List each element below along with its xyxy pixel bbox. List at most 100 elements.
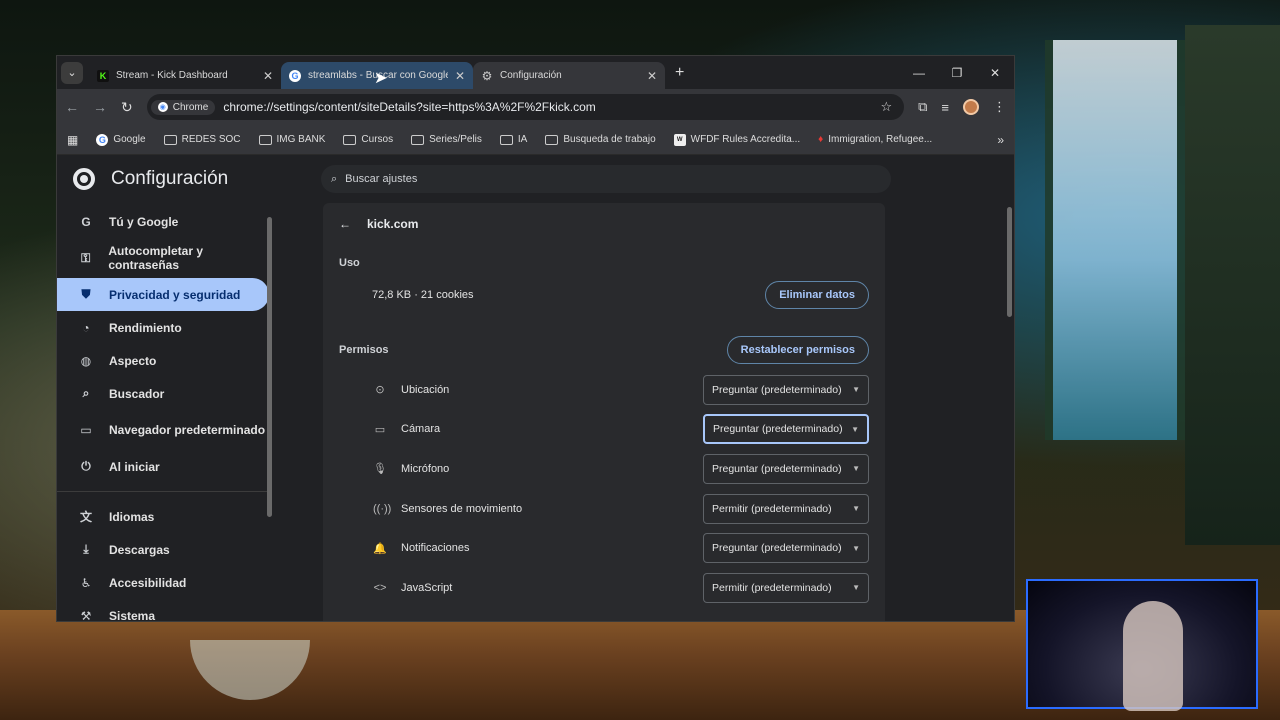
bookmark-immigration[interactable]: ♦ Immigration, Refugee... [818,134,932,145]
sidebar-item-idiomas[interactable]: 文 Idiomas [57,500,269,533]
sidebar-item-label: Al iniciar [109,459,160,474]
sidebar-item-autocompletar[interactable]: ⚿ Autocompletar y contraseñas [57,238,269,278]
sidebar-item-buscador[interactable]: ⌕ Buscador [57,377,269,410]
apps-icon[interactable]: ▦ [67,133,78,147]
sidebar-item-label: Accesibilidad [109,575,187,590]
panel-scroll-thumb[interactable] [1007,207,1012,317]
search-icon: ⌕ [331,172,338,185]
bookmark-wfdf[interactable]: W WFDF Rules Accredita... [673,133,800,146]
google-icon: G [96,133,109,146]
tab-kick-dashboard[interactable]: K Stream - Kick Dashboard ✕ [89,62,281,89]
permission-row: ⊙ Ubicación Preguntar (predeterminado) ▼ [323,370,885,410]
site-details-panel: ← kick.com Uso 72,8 KB · 21 cookies Elim… [323,203,885,621]
tab-configuracion[interactable]: ⚙ Configuración ✕ [473,62,665,89]
webcam-overlay [1026,579,1258,711]
chrome-logo-icon [73,167,95,190]
settings-page: Configuración ⌕ Buscar ajustes G Tú y Goo… [57,155,1014,621]
speedometer-icon: ◔ [82,320,90,335]
permission-select[interactable]: Preguntar (predeterminado) ▼ [703,533,869,564]
search-placeholder: Buscar ajustes [345,173,418,185]
usage-section-title: Uso [339,257,360,269]
dropdown-caret-icon: ▼ [852,464,860,474]
power-icon: ⏻ [81,459,91,473]
sidebar-item-descargas[interactable]: ⤓ Descargas [57,533,269,566]
bookmark-folder[interactable]: Series/Pelis [411,134,482,145]
site-header: ← kick.com [323,203,885,245]
reset-permissions-button[interactable]: Restablecer permisos [726,336,869,364]
select-value: Preguntar (predeterminado) [712,462,842,475]
sidebar-item-aspecto[interactable]: ◍ Aspecto [57,344,269,377]
new-tab-icon[interactable]: + [675,64,684,82]
sidebar-item-sistema[interactable]: ⚒ Sistema [57,599,269,622]
permission-row: <> JavaScript Permitir (predeterminado) ▼ [323,568,885,608]
permission-select[interactable]: Permitir (predeterminado) ▼ [703,572,869,603]
dropdown-caret-icon: ▼ [851,424,859,434]
dropdown-caret-icon: ▼ [852,583,860,593]
close-window-icon[interactable]: ✕ [976,66,1014,80]
sidebar-item-al-iniciar[interactable]: ⏻ Al iniciar [57,450,269,483]
bookmark-folder[interactable]: IMG BANK [258,134,325,145]
sidebar-item-label: Navegador predeterminado [109,423,266,437]
bookmark-google[interactable]: G Google [96,133,146,146]
google-g-icon: G [81,214,91,229]
close-icon[interactable]: ✕ [263,69,273,83]
sidebar-item-label: Tú y Google [109,214,179,229]
folder-icon [343,134,357,145]
permission-select[interactable]: Preguntar (predeterminado) ▼ [703,374,869,405]
url-text[interactable]: chrome://settings/content/siteDetails?si… [223,100,596,114]
panel-scrollbar[interactable] [1007,207,1013,621]
sidebar-scroll-thumb[interactable] [267,217,272,517]
mouse-cursor-icon: ➤ [374,70,388,87]
close-icon[interactable]: ✕ [455,69,465,83]
google-icon: G [289,69,301,82]
usage-value: 72,8 KB · 21 cookies [372,289,474,301]
permission-select[interactable]: Permitir (predeterminado) ▼ [703,493,869,524]
sidebar-scrollbar[interactable] [267,205,273,621]
sidebar-item-accesibilidad[interactable]: ♿ Accesibilidad [57,566,269,599]
sidebar-item-navegador[interactable]: ▭ Navegador predeterminado [57,410,269,450]
sidebar-item-label: Rendimiento [109,320,182,335]
close-icon[interactable]: ✕ [647,69,657,83]
sensors-icon: ((·)) [373,502,392,515]
restore-icon[interactable]: ❐ [938,66,976,80]
tab-search-button[interactable]: ⌄ [61,61,83,84]
dropdown-caret-icon: ▼ [852,385,860,395]
webcam-person [1123,601,1183,711]
clear-data-button[interactable]: Eliminar datos [765,281,869,309]
bookmark-label: IA [517,134,528,145]
sidebar-item-tu-y-google[interactable]: G Tú y Google [57,205,269,238]
more-bookmarks-icon[interactable]: » [997,133,1004,147]
permission-select[interactable]: Preguntar (predeterminado) ▼ [703,414,869,445]
site-chip[interactable]: ◉ Chrome [150,99,216,115]
media-controls-icon[interactable]: ≡ [941,100,949,115]
avatar[interactable] [963,99,979,115]
permission-row: ((·)) Sensores de movimiento Permitir (p… [323,489,885,529]
accessibility-icon: ♿ [80,575,92,590]
background-window [1045,40,1185,440]
back-icon[interactable]: ← [65,99,79,115]
folder-icon [411,134,425,145]
menu-icon[interactable]: ⋮ [993,99,1006,115]
settings-search-input[interactable]: ⌕ Buscar ajustes [321,165,891,193]
bell-icon: 🔔 [373,542,387,555]
back-arrow-icon[interactable]: ← [339,217,351,231]
star-icon[interactable]: ☆ [880,99,892,115]
minimize-icon[interactable]: — [900,66,938,80]
browser-icon: ▭ [80,423,92,437]
bookmark-folder[interactable]: IA [499,134,528,145]
select-value: Permitir (predeterminado) [712,581,832,594]
bookmark-label: Google [113,134,146,145]
forward-icon[interactable]: → [93,99,107,115]
permission-select[interactable]: Preguntar (predeterminado) ▼ [703,453,869,484]
select-value: Permitir (predeterminado) [712,502,832,515]
bookmark-folder[interactable]: Cursos [343,134,393,145]
address-bar[interactable]: ◉ Chrome chrome://settings/content/siteD… [146,94,905,120]
bookmark-folder[interactable]: REDES SOC [163,134,241,145]
extensions-icon[interactable]: ⧉ [918,99,927,115]
gear-icon: ⚙ [481,68,493,83]
select-value: Preguntar (predeterminado) [712,383,842,396]
sidebar-item-privacidad[interactable]: ⛊ Privacidad y seguridad [57,278,269,311]
bookmark-folder[interactable]: Busqueda de trabajo [545,134,656,145]
reload-icon[interactable]: ↻ [121,99,133,116]
sidebar-item-rendimiento[interactable]: ◔ Rendimiento [57,311,269,344]
